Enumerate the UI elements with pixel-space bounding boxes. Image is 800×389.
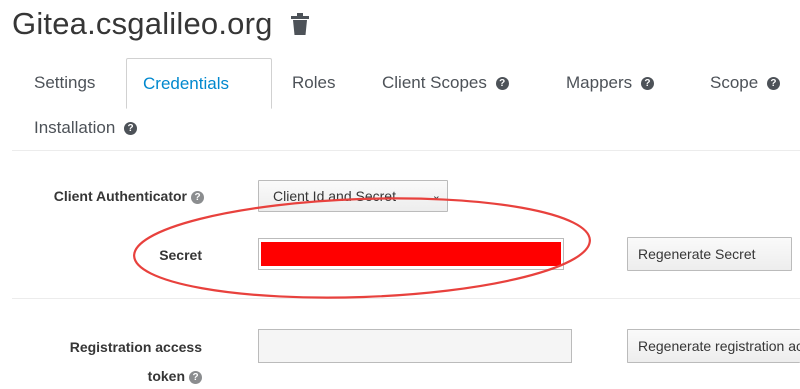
tab-divider	[12, 150, 800, 151]
select-value: Client Id and Secret	[273, 188, 396, 204]
client-authenticator-label: Client Authenticator?	[14, 186, 204, 206]
help-icon: ?	[189, 370, 202, 384]
tab-installation[interactable]: Installation ?	[18, 103, 153, 153]
tab-roles[interactable]: Roles	[276, 58, 351, 108]
label-text: token	[147, 368, 185, 384]
tab-scope[interactable]: Scope ?	[694, 58, 796, 108]
help-icon: ?	[640, 77, 654, 91]
tab-label: Roles	[292, 73, 336, 92]
form-divider	[12, 298, 800, 299]
help-icon: ?	[766, 77, 780, 91]
label-line: Registration access	[69, 339, 202, 355]
secret-redaction	[261, 242, 561, 266]
tab-client-scopes[interactable]: Client Scopes ?	[366, 58, 525, 108]
tab-label: Scope	[710, 73, 759, 92]
chevron-down-icon: ⌄	[431, 190, 441, 202]
trash-icon[interactable]	[289, 12, 311, 36]
regenerate-secret-button[interactable]: Regenerate Secret	[627, 237, 792, 271]
registration-token-label: Registration access token?	[14, 337, 202, 386]
registration-token-input[interactable]	[258, 329, 572, 363]
help-icon: ?	[191, 190, 204, 204]
tab-label: Credentials	[143, 74, 229, 93]
tab-label: Settings	[34, 73, 96, 92]
client-authenticator-select[interactable]: Client Id and Secret ⌄	[258, 180, 448, 212]
page-header: Gitea.csgalileo.org	[12, 6, 311, 42]
secret-input[interactable]	[258, 238, 564, 270]
tab-settings[interactable]: Settings	[18, 58, 111, 108]
page-title: Gitea.csgalileo.org	[12, 6, 273, 41]
tab-mappers[interactable]: Mappers ?	[550, 58, 670, 108]
help-icon: ?	[495, 77, 509, 91]
tab-label: Client Scopes	[382, 73, 487, 92]
tab-credentials[interactable]: Credentials	[126, 58, 272, 109]
label-text: Client Authenticator	[53, 188, 187, 204]
label-line: token?	[14, 366, 202, 386]
regenerate-registration-token-button[interactable]: Regenerate registration access token	[627, 329, 800, 363]
tab-label: Mappers	[566, 73, 633, 92]
secret-label: Secret	[159, 247, 202, 263]
help-icon: ?	[124, 122, 138, 136]
tab-label: Installation	[34, 118, 116, 137]
